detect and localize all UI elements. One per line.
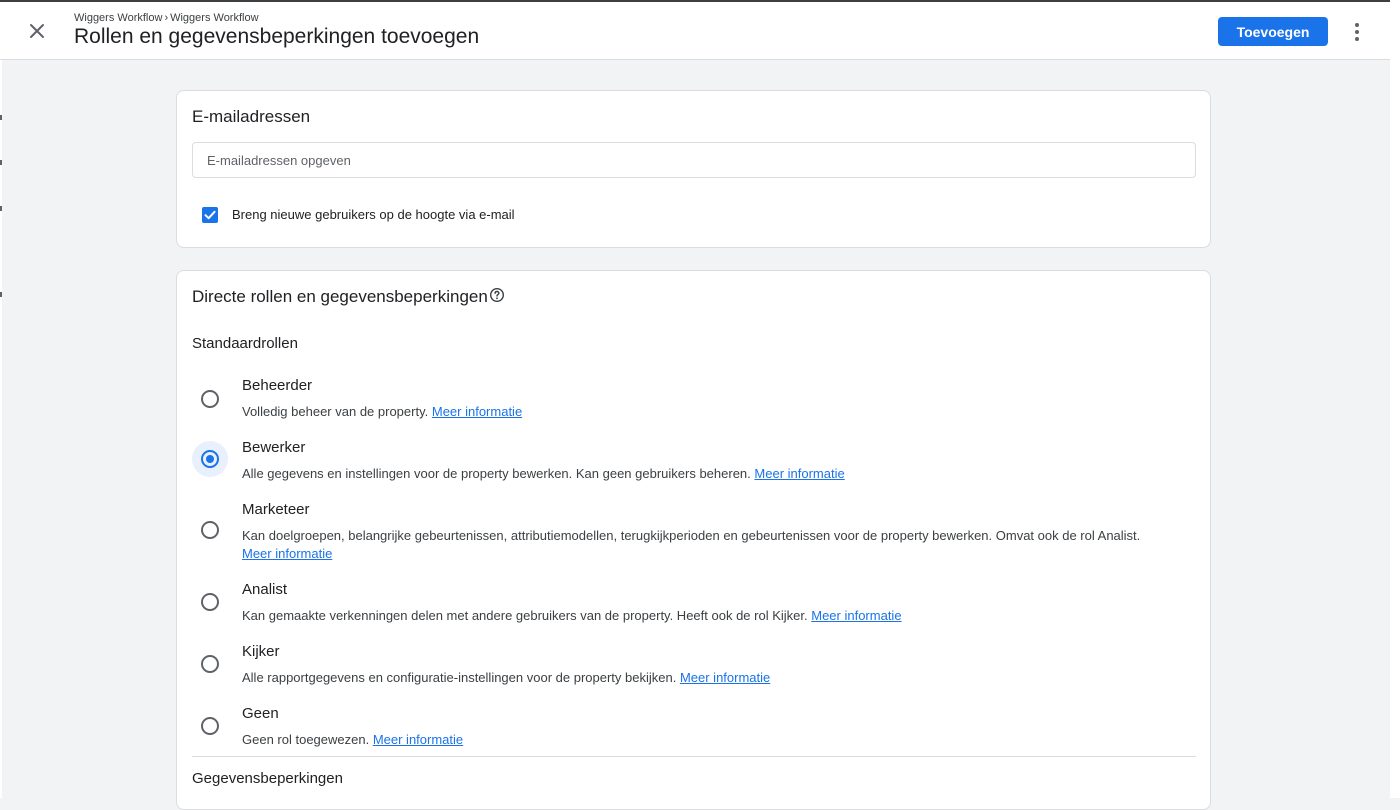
learn-more-link[interactable]: Meer informatie	[811, 608, 901, 623]
radio-beheerder[interactable]	[192, 381, 228, 417]
notify-checkbox-label: Breng nieuwe gebruikers op de hoogte via…	[232, 207, 515, 222]
page-title: Rollen en gegevensbeperkingen toevoegen	[74, 25, 480, 48]
role-name: Bewerker	[242, 439, 306, 456]
more-vert-icon	[1355, 23, 1359, 41]
radio-analist[interactable]	[192, 584, 228, 620]
radio-marketeer[interactable]	[192, 512, 228, 548]
learn-more-link[interactable]: Meer informatie	[373, 732, 463, 747]
radio-geen[interactable]	[192, 708, 228, 744]
email-section-title: E-mailadressen	[192, 107, 311, 126]
roles-card: Directe rollen en gegevensbeperkingen St…	[176, 270, 1211, 810]
role-description: Alle gegevens en instellingen voor de pr…	[242, 466, 845, 481]
role-name: Kijker	[242, 643, 280, 660]
role-description: Kan gemaakte verkenningen delen met ande…	[242, 608, 902, 623]
radio-kijker[interactable]	[192, 646, 228, 682]
email-card: E-mailadressen Breng nieuwe gebruikers o…	[176, 90, 1211, 248]
help-circle-icon[interactable]	[489, 287, 505, 303]
breadcrumb-item-account[interactable]: Wiggers Workflow	[74, 12, 162, 24]
right-edge-strip	[1390, 0, 1400, 798]
breadcrumb-separator: ›	[164, 12, 169, 24]
section-divider	[192, 756, 1196, 757]
breadcrumb-item-property[interactable]: Wiggers Workflow	[170, 12, 258, 24]
email-input[interactable]	[192, 142, 1196, 178]
role-name: Marketeer	[242, 501, 310, 518]
learn-more-link[interactable]: Meer informatie	[680, 670, 770, 685]
notify-checkbox[interactable]	[202, 207, 218, 223]
check-icon	[204, 210, 216, 220]
role-name: Geen	[242, 705, 279, 722]
close-icon	[30, 24, 44, 38]
role-description: Kan doelgroepen, belangrijke gebeurtenis…	[242, 528, 1141, 561]
roles-section-title: Directe rollen en gegevensbeperkingen	[192, 287, 488, 306]
dialog-header: Wiggers Workflow › Wiggers Workflow Rollen…	[0, 2, 1390, 60]
learn-more-link[interactable]: Meer informatie	[432, 404, 522, 419]
learn-more-link[interactable]: Meer informatie	[754, 466, 844, 481]
more-options-button[interactable]	[1347, 21, 1367, 43]
close-button[interactable]	[24, 18, 50, 44]
standard-roles-label: Standaardrollen	[192, 335, 298, 352]
learn-more-link[interactable]: Meer informatie	[242, 546, 332, 561]
role-description: Geen rol toegewezen. Meer informatie	[242, 732, 464, 747]
role-name: Analist	[242, 581, 288, 598]
role-description: Volledig beheer van de property. Meer in…	[242, 404, 523, 419]
add-button[interactable]: Toevoegen	[1218, 17, 1328, 46]
left-edge-strip	[0, 60, 2, 798]
data-restrictions-label: Gegevensbeperkingen	[192, 770, 343, 787]
role-name: Beheerder	[242, 377, 313, 394]
breadcrumb: Wiggers Workflow › Wiggers Workflow	[74, 12, 259, 24]
radio-bewerker[interactable]	[192, 441, 228, 477]
role-description: Alle rapportgegevens en configuratie-ins…	[242, 670, 771, 685]
